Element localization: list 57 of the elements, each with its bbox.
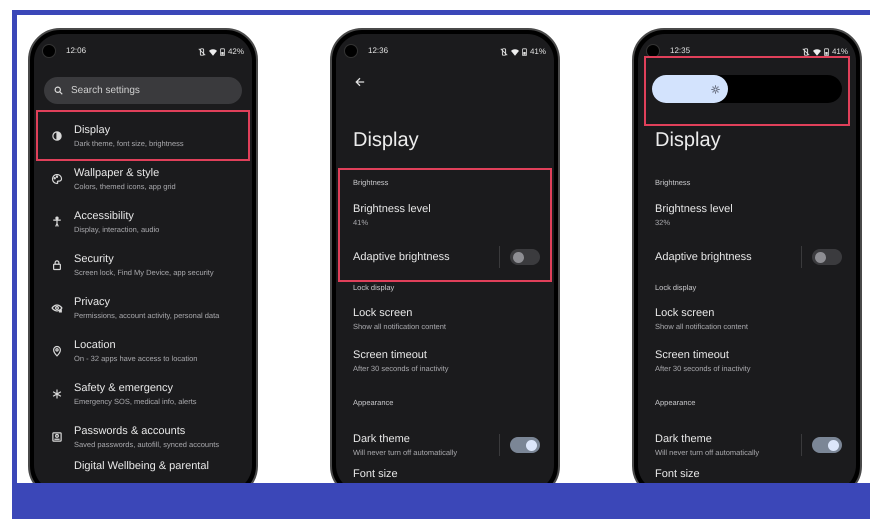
status-time: 12:35 [670,45,690,57]
item-title: Display [74,124,112,136]
palette-icon [51,172,63,184]
account-box-icon [51,430,63,442]
search-icon [54,86,63,95]
item-title: Location [74,338,117,352]
brightness-icon [711,84,720,94]
item-title: Adaptive brightness [353,250,450,264]
slider-track[interactable] [652,75,842,103]
item-title: Wallpaper & style [74,166,160,180]
item-title: Brightness level [655,203,733,216]
person-icon [51,216,63,228]
item-title: Passwords & accounts [74,424,186,438]
battery-percent: 41% [832,46,848,58]
settings-item[interactable]: Adaptive brightness [338,236,552,278]
status-icons [500,48,527,56]
battery-percent: 42% [228,46,244,58]
camera-hole [42,44,56,58]
toggle-switch[interactable] [510,437,540,453]
search-field[interactable]: Search settings [44,77,242,104]
settings-item[interactable]: Font size [640,466,854,486]
item-title: Privacy [74,296,112,308]
toggle-switch[interactable] [812,437,842,453]
toggle-switch[interactable] [812,249,842,265]
brightness-icon [51,130,63,142]
item-title: Digital Wellbeing & parental [74,460,209,473]
settings-item[interactable]: Digital Wellbeing & parental [36,458,250,476]
item-title: Font size [353,468,398,481]
settings-item[interactable]: Font size [338,466,552,486]
item-title: Font size [655,468,700,481]
item-title: Screen timeout [353,349,428,362]
item-title: Security [74,252,115,266]
location-pin-icon [51,344,63,356]
item-title: Brightness level [353,203,431,216]
asterisk-icon [51,388,63,400]
item-title: Lock screen [655,307,716,320]
status-time: 12:06 [66,45,86,57]
camera-hole [344,44,358,58]
item-title: Dark theme [353,433,411,446]
slider-fill[interactable] [652,75,728,103]
item-title: Screen timeout [655,349,730,362]
lock-icon [51,258,63,270]
status-icons [802,48,829,56]
item-title: Safety & emergency [74,382,174,394]
eye-icon [51,302,63,314]
status-time: 12:36 [368,45,388,57]
settings-item[interactable]: Adaptive brightness [640,236,854,278]
back-arrow-icon [355,77,365,87]
toggle-switch[interactable] [510,249,540,265]
status-icons [198,48,225,56]
item-title: Lock screen [353,307,414,320]
item-title: Accessibility [74,210,135,222]
page-title: Display [654,128,722,153]
item-title: Dark theme [655,433,713,446]
battery-percent: 41% [530,46,546,58]
page-title: Display [352,128,420,153]
item-title: Adaptive brightness [655,250,752,264]
